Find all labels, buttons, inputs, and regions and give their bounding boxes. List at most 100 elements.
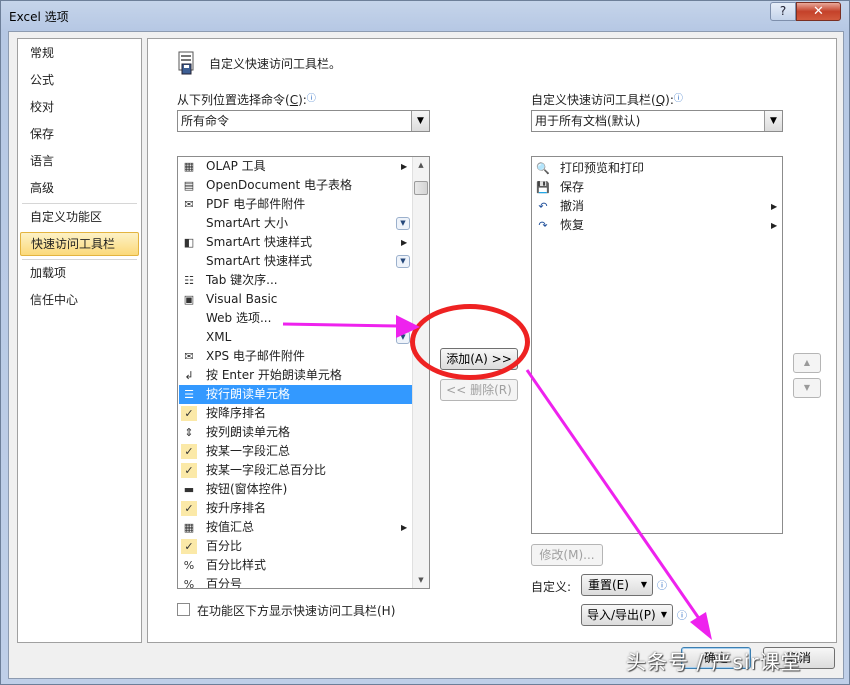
commands-scrollbar[interactable]: ▲ ▼ (412, 157, 429, 588)
command-item[interactable]: ✓ 百分比 (179, 537, 413, 556)
command-item[interactable]: ☷ Tab 键次序... (179, 271, 413, 290)
choose-commands-label: 从下列位置选择命令(C):ⓘ (177, 91, 316, 108)
highlight-ellipse (410, 304, 530, 380)
visual-basic-icon: ▣ (183, 293, 195, 306)
move-down-button[interactable]: ▼ (793, 378, 821, 398)
scroll-up-icon[interactable]: ▲ (413, 157, 429, 173)
nav-item-advanced[interactable]: 高级 (20, 176, 139, 200)
command-item[interactable]: XML ▼ (179, 328, 413, 347)
qat-command-item[interactable]: 🔍 打印预览和打印 (533, 159, 781, 178)
check-icon: ✓ (181, 444, 197, 459)
command-item[interactable]: ✓ 按降序排名 (179, 404, 413, 423)
command-item[interactable]: % 百分比样式 (179, 556, 413, 575)
customize-qat-label-text: 自定义快速访问工具栏( (531, 93, 656, 107)
remove-button[interactable]: << 删除(R) (440, 379, 518, 401)
choose-commands-combo[interactable]: 所有命令 ▼ (177, 110, 430, 132)
command-item[interactable]: ⇕ 按列朗读单元格 (179, 423, 413, 442)
command-item[interactable]: ☰ 按行朗读单元格 (179, 385, 413, 404)
command-label: 按 Enter 开始朗读单元格 (206, 368, 342, 382)
check-icon: ✓ (181, 539, 197, 554)
command-label: 按列朗读单元格 (206, 425, 291, 439)
nav-item-trust-center[interactable]: 信任中心 (20, 288, 139, 312)
dropdown-gallery-icon: ▼ (396, 255, 410, 268)
command-item[interactable]: ✓ 按某一字段汇总 (179, 442, 413, 461)
command-label: SmartArt 大小 (206, 216, 288, 230)
command-item[interactable]: ↲ 按 Enter 开始朗读单元格 (179, 366, 413, 385)
command-label: OLAP 工具 (206, 159, 266, 173)
customize-qat-combo[interactable]: 用于所有文档(默认) ▼ (531, 110, 783, 132)
command-item[interactable]: SmartArt 快速样式 ▼ (179, 252, 413, 271)
title-bar[interactable]: Excel 选项 ? ✕ (1, 1, 850, 31)
reset-button-label: 重置(E) (588, 578, 629, 592)
nav-divider (22, 259, 137, 260)
available-commands-list[interactable]: ▦ OLAP 工具 ▶ ▤ OpenDocument 电子表格 ✉ PDF 电子邮件附件 Sm… (177, 156, 430, 589)
nav-item-save[interactable]: 保存 (20, 122, 139, 146)
percent-sign-icon: % (183, 578, 195, 589)
qat-command-label: 保存 (560, 180, 585, 194)
command-item[interactable]: ▣ Visual Basic (179, 290, 413, 309)
command-item[interactable]: ▦ OLAP 工具 ▶ (179, 157, 413, 176)
submenu-arrow-icon: ▶ (401, 162, 408, 171)
nav-item-language[interactable]: 语言 (20, 149, 139, 173)
info-icon: ⓘ (657, 581, 667, 592)
choose-commands-label-end: ): (298, 93, 307, 107)
nav-item-addins[interactable]: 加载项 (20, 261, 139, 285)
scroll-thumb[interactable] (414, 181, 428, 195)
command-label: SmartArt 快速样式 (206, 235, 312, 249)
quick-access-commands-list[interactable]: 🔍 打印预览和打印 💾 保存 ↶ 撤消 ▶ ↷ 恢复 ▶ (531, 156, 783, 534)
command-label: Tab 键次序... (206, 273, 278, 287)
read-columns-icon: ⇕ (184, 426, 194, 439)
close-button[interactable]: ✕ (796, 2, 841, 21)
modify-button[interactable]: 修改(M)... (531, 544, 603, 566)
watermark-text: 头条号 / 严sir课堂 (626, 650, 802, 674)
smartart-style-icon: ◧ (183, 236, 195, 249)
command-item[interactable]: % 百分号 (179, 575, 413, 589)
qat-command-item[interactable]: ↷ 恢复 ▶ (533, 216, 781, 235)
qat-command-item[interactable]: ↶ 撤消 ▶ (533, 197, 781, 216)
command-label: 按降序排名 (206, 406, 267, 420)
nav-item-general[interactable]: 常规 (20, 41, 139, 65)
move-up-button[interactable]: ▲ (793, 353, 821, 373)
command-item[interactable]: ✓ 按升序排名 (179, 499, 413, 518)
nav-item-quick-access-toolbar[interactable]: 快速访问工具栏 (20, 232, 139, 256)
nav-item-proofing[interactable]: 校对 (20, 95, 139, 119)
qat-command-label: 恢复 (560, 218, 585, 232)
command-label: 百分比样式 (206, 558, 267, 572)
dropdown-arrow-icon[interactable]: ▼ (764, 111, 782, 131)
customize-qat-accesskey: Q (655, 93, 666, 107)
command-label: OpenDocument 电子表格 (206, 178, 353, 192)
choose-commands-value: 所有命令 (181, 114, 230, 128)
command-item[interactable]: ▬ 按钮(窗体控件) (179, 480, 413, 499)
command-item[interactable]: SmartArt 大小 ▼ (179, 214, 413, 233)
scroll-down-icon[interactable]: ▼ (413, 572, 429, 588)
check-icon: ✓ (181, 501, 197, 516)
nav-item-formulas[interactable]: 公式 (20, 68, 139, 92)
command-item[interactable]: ✉ XPS 电子邮件附件 (179, 347, 413, 366)
submenu-arrow-icon: ▶ (771, 221, 778, 230)
command-label: 按升序排名 (206, 501, 267, 515)
command-item[interactable]: ▤ OpenDocument 电子表格 (179, 176, 413, 195)
qat-command-label: 撤消 (560, 199, 585, 213)
page-title: 自定义快速访问工具栏。 (209, 57, 342, 71)
command-item[interactable]: ◧ SmartArt 快速样式 ▶ (179, 233, 413, 252)
reset-button[interactable]: 重置(E) ▼ (581, 574, 653, 596)
command-item[interactable]: Web 选项... (179, 309, 413, 328)
nav-divider (22, 203, 137, 204)
command-item[interactable]: ▦ 按值汇总 ▶ (179, 518, 413, 537)
info-icon: ⓘ (306, 94, 316, 104)
command-label: 百分比 (206, 539, 243, 553)
show-below-ribbon-checkbox[interactable] (177, 603, 190, 616)
nav-item-customize-ribbon[interactable]: 自定义功能区 (20, 205, 139, 229)
command-label: PDF 电子邮件附件 (206, 197, 306, 211)
qat-command-item[interactable]: 💾 保存 (533, 178, 781, 197)
customize-qat-value: 用于所有文档(默认) (535, 114, 641, 128)
dropdown-arrow-icon[interactable]: ▼ (411, 111, 429, 131)
command-label: 按某一字段汇总百分比 (206, 463, 327, 477)
customize-qat-label: 自定义快速访问工具栏(Q):ⓘ (531, 91, 683, 108)
command-item[interactable]: ✓ 按某一字段汇总百分比 (179, 461, 413, 480)
choose-commands-label-text: 从下列位置选择命令( (177, 93, 290, 107)
command-item[interactable]: ✉ PDF 电子邮件附件 (179, 195, 413, 214)
quick-access-toolbar-icon (178, 51, 194, 75)
import-export-button[interactable]: 导入/导出(P) ▼ (581, 604, 673, 626)
help-button[interactable]: ? (770, 2, 796, 21)
